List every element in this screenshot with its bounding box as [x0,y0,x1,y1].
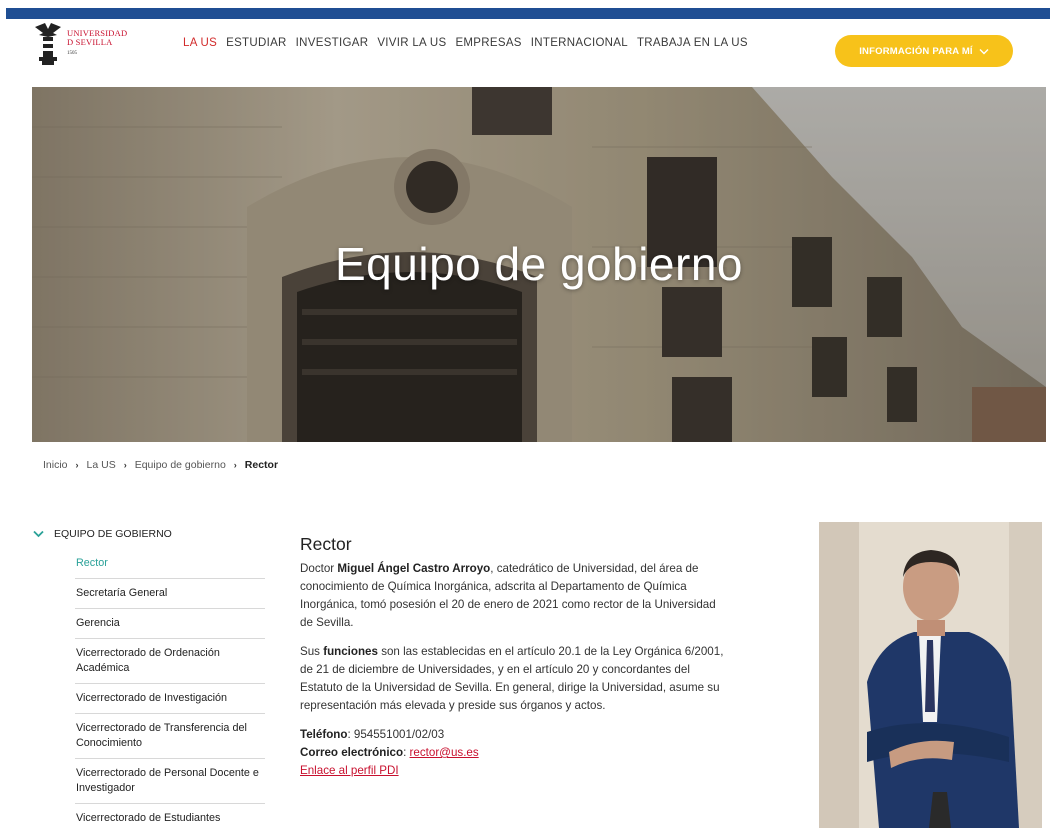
logo-year: 1505 [67,51,77,56]
sidebar: EQUIPO DE GOBIERNO Rector Secretaría Gene… [33,525,268,828]
info-for-me-button[interactable]: INFORMACIÓN PARA MÍ [835,35,1013,67]
profile-line: Enlace al perfil PDI [300,762,730,780]
contact-block: Teléfono: 954551001/02/03 Correo electró… [300,726,730,780]
bio-paragraph: Doctor Miguel Ángel Castro Arroyo, cated… [300,560,730,632]
functions-paragraph: Sus funciones son las establecidas en el… [300,643,730,715]
nav-item-la-us[interactable]: LA US [183,37,217,49]
profile-link[interactable]: Enlace al perfil PDI [300,764,399,777]
breadcrumb-separator-icon: › [75,460,79,470]
functions-label: funciones [323,645,378,658]
nav-item-empresas[interactable]: EMPRESAS [455,37,521,49]
hero-title: Equipo de gobierno [335,238,743,290]
nav-item-vivir-la-us[interactable]: VIVIR LA US [377,37,446,49]
site-header: UNIVERSIDAD D SEVILLA 1505 LA US ESTUDIAR… [0,19,1050,85]
functions-prefix: Sus [300,645,324,658]
nav-item-investigar[interactable]: INVESTIGAR [296,37,369,49]
logo-wordmark: UNIVERSIDAD D SEVILLA 1505 [67,29,127,58]
rector-portrait-image [819,522,1042,828]
chevron-down-icon [33,530,44,538]
page-title: Rector [300,534,352,554]
breadcrumb-current: Rector [244,459,279,471]
phone-line: Teléfono: 954551001/02/03 [300,726,730,744]
main-content: Rector Doctor Miguel Ángel Castro Arroyo… [300,535,730,780]
nav-item-internacional[interactable]: INTERNACIONAL [531,37,628,49]
sidebar-item[interactable]: Vicerrectorado de Personal Docente e Inv… [75,759,265,804]
logo-line2: D SEVILLA [67,37,113,47]
email-link[interactable]: rector@us.es [410,746,479,759]
top-accent-bar [6,8,1050,19]
email-line: Correo electrónico: rector@us.es [300,744,730,762]
breadcrumb-link[interactable]: Equipo de gobierno [135,459,226,471]
chevron-down-icon [979,48,989,54]
breadcrumb: Inicio › La US › Equipo de gobierno › Rector [43,459,278,471]
sidebar-item[interactable]: Secretaría General [75,579,265,609]
phone-value: : 954551001/02/03 [347,728,445,741]
sidebar-list: Rector Secretaría General Gerencia Vicerrec… [75,549,265,828]
sidebar-item[interactable]: Rector [75,549,265,579]
sidebar-heading[interactable]: EQUIPO DE GOBIERNO [33,525,268,543]
sidebar-item[interactable]: Vicerrectorado de Investigación [75,684,265,714]
sidebar-item[interactable]: Gerencia [75,609,265,639]
sidebar-item[interactable]: Vicerrectorado de Transferencia del Cono… [75,714,265,759]
phone-label: Teléfono [300,728,348,741]
nav-item-estudiar[interactable]: ESTUDIAR [226,37,287,49]
info-for-me-label: INFORMACIÓN PARA MÍ [859,45,973,57]
breadcrumb-link[interactable]: Inicio [43,459,68,471]
breadcrumb-separator-icon: › [233,460,237,470]
hero-banner: Equipo de gobierno [32,87,1046,442]
rector-photo [819,522,1042,828]
rector-name: Miguel Ángel Castro Arroyo [337,562,491,575]
main-nav: LA US ESTUDIAR INVESTIGAR VIVIR LA US EMPRES… [183,37,748,49]
sidebar-heading-label: EQUIPO DE GOBIERNO [54,528,172,540]
breadcrumb-separator-icon: › [123,460,127,470]
nav-item-trabaja-en-la-us[interactable]: TRABAJA EN LA US [637,37,748,49]
university-crest-icon [35,23,61,65]
bio-prefix: Doctor [300,562,338,575]
university-logo[interactable]: UNIVERSIDAD D SEVILLA 1505 [31,19,141,69]
sidebar-item[interactable]: Vicerrectorado de Ordenación Académica [75,639,265,684]
sidebar-item[interactable]: Vicerrectorado de Estudiantes [75,804,265,828]
email-label: Correo electrónico [300,746,404,759]
breadcrumb-link[interactable]: La US [87,459,116,471]
